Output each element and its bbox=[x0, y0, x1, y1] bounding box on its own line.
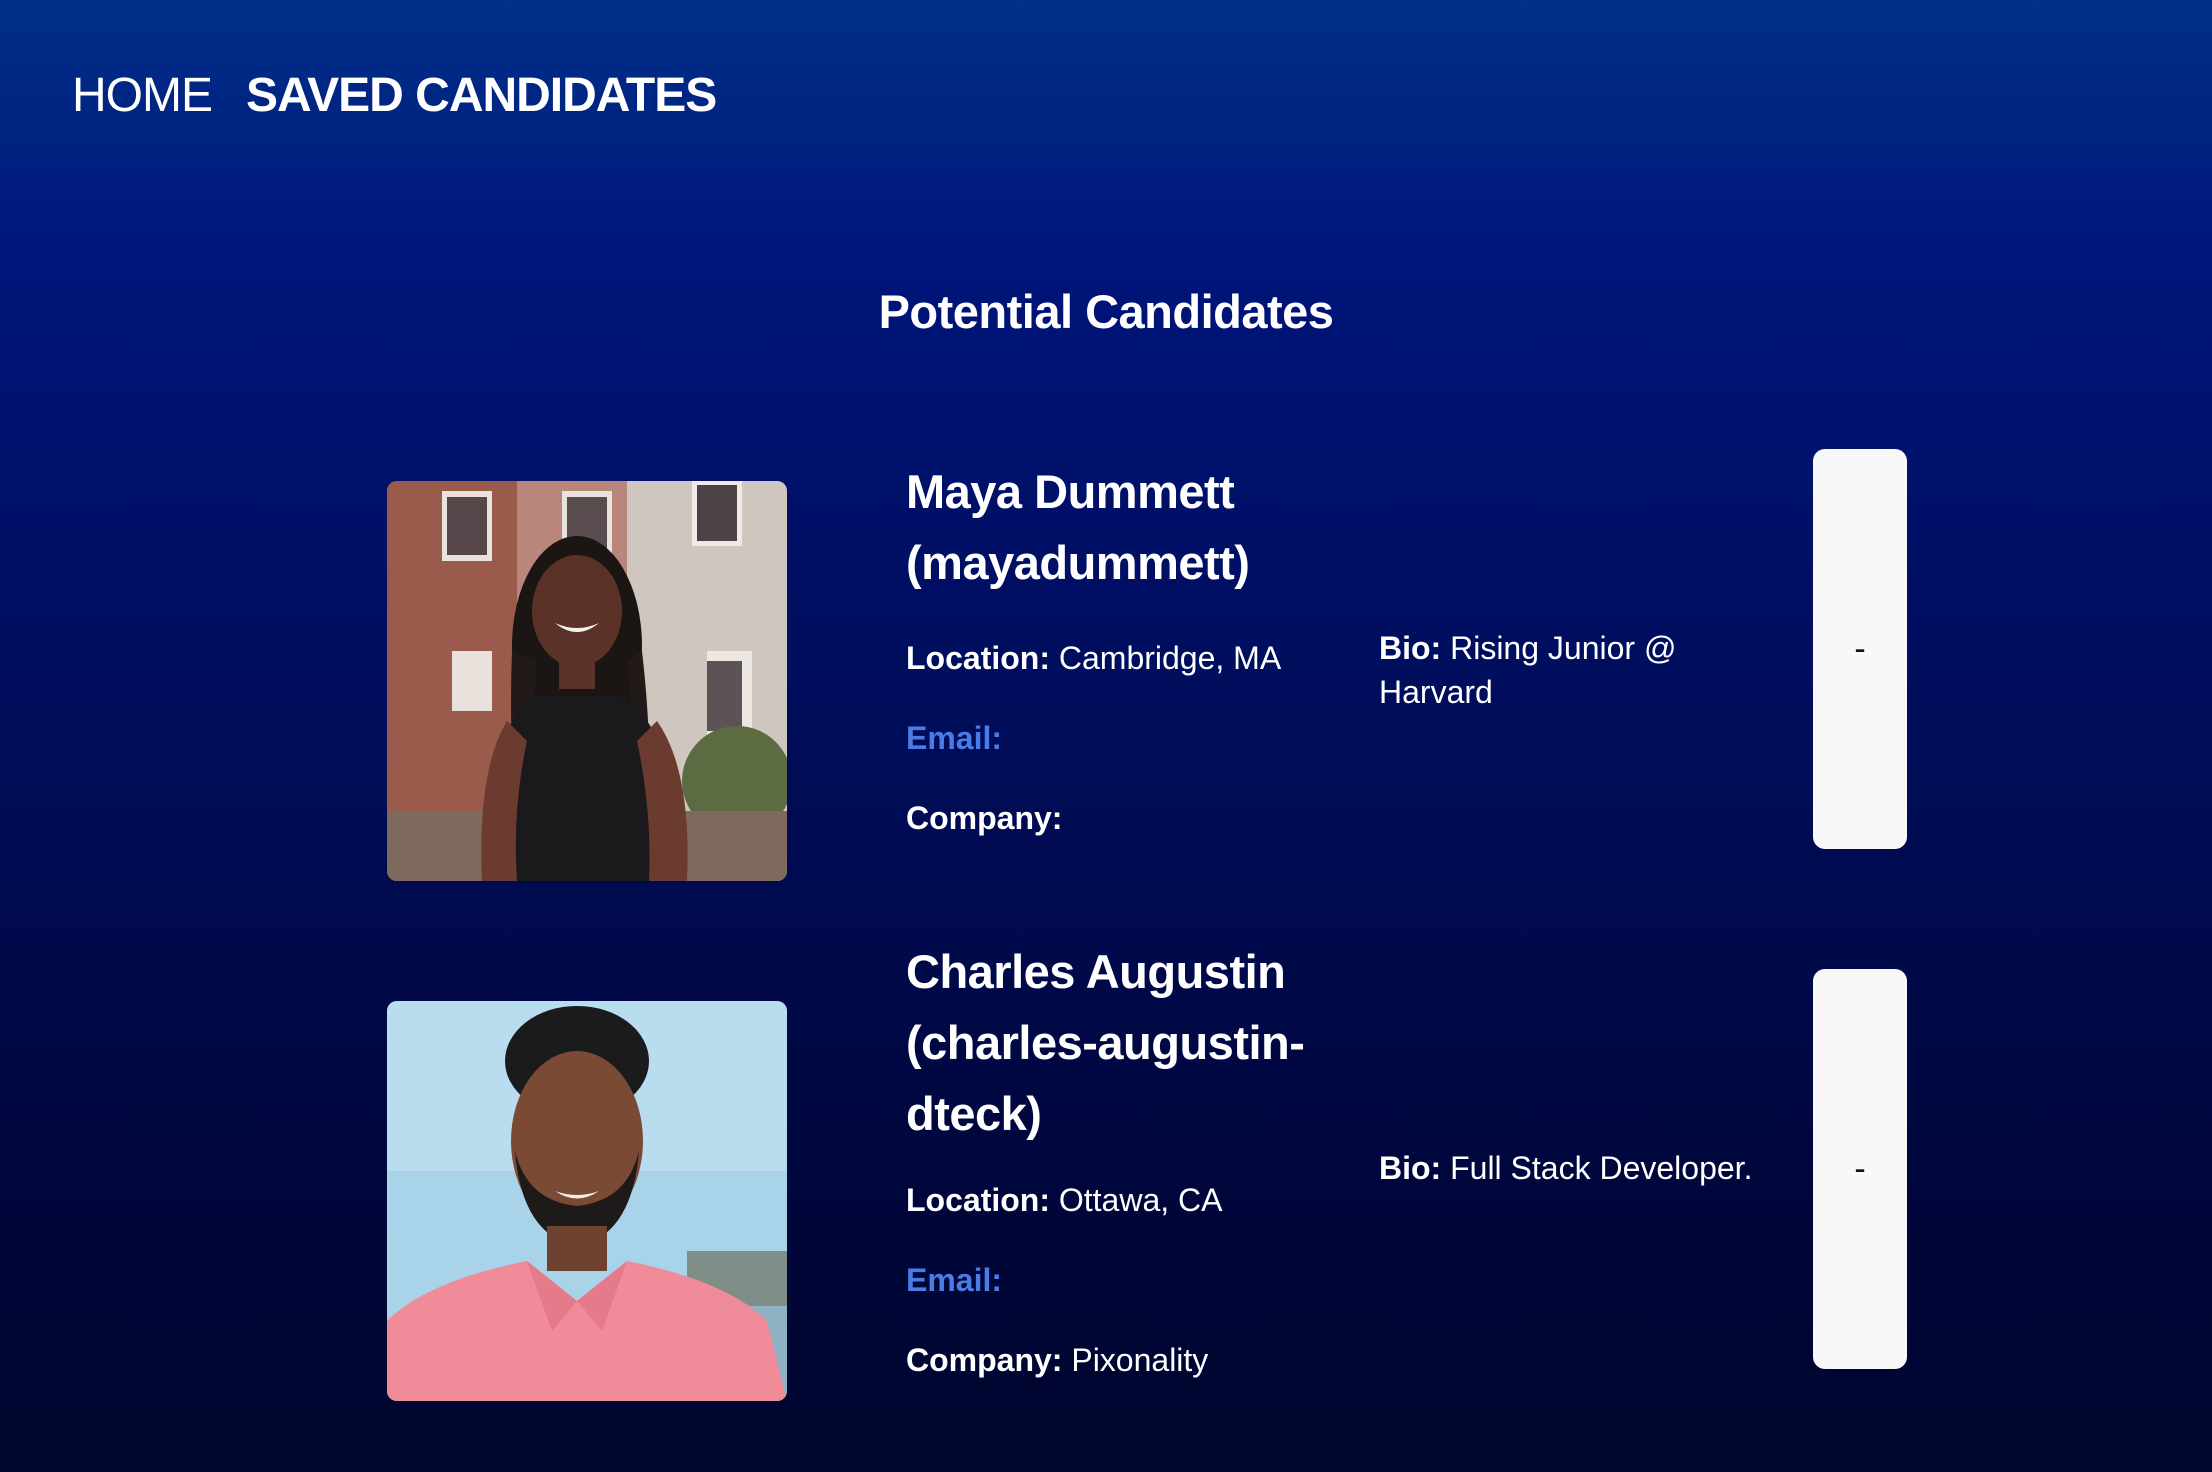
nav-saved-candidates-link[interactable]: SAVED CANDIDATES bbox=[246, 66, 717, 126]
email-label: Email: bbox=[906, 1262, 1003, 1298]
candidate-bio: Bio: Rising Junior @ Harvard bbox=[1379, 626, 1799, 714]
candidate-info: Charles Augustin (charles-augustin-dteck… bbox=[906, 936, 1346, 1382]
bio-value: Full Stack Developer. bbox=[1450, 1150, 1753, 1186]
candidate-avatar bbox=[387, 481, 787, 881]
candidate-name: Charles Augustin (charles-augustin-dteck… bbox=[906, 945, 1305, 1140]
remove-candidate-button[interactable]: - bbox=[1813, 969, 1907, 1369]
bio-label: Bio: bbox=[1379, 630, 1442, 666]
location-label: Location: bbox=[906, 640, 1050, 676]
company-label: Company: bbox=[906, 1342, 1063, 1378]
email-label: Email: bbox=[906, 720, 1003, 756]
top-nav: HOME SAVED CANDIDATES bbox=[72, 66, 717, 126]
remove-candidate-button[interactable]: - bbox=[1813, 449, 1907, 849]
bio-label: Bio: bbox=[1379, 1150, 1442, 1186]
candidate-name: Maya Dummett (mayadummett) bbox=[906, 465, 1250, 589]
candidate-info: Maya Dummett (mayadummett) Location: Cam… bbox=[906, 456, 1346, 840]
candidate-card: Maya Dummett (mayadummett) Location: Cam… bbox=[0, 440, 2212, 881]
candidate-email: Email: bbox=[906, 716, 1346, 760]
candidate-bio: Bio: Full Stack Developer. bbox=[1379, 1146, 1799, 1190]
location-value: Cambridge, MA bbox=[1058, 640, 1282, 676]
candidate-company: Company: Pixonality bbox=[906, 1338, 1346, 1382]
candidate-company: Company: bbox=[906, 796, 1346, 840]
candidate-card: Charles Augustin (charles-augustin-dteck… bbox=[0, 945, 2212, 1445]
location-label: Location: bbox=[906, 1182, 1050, 1218]
page-title: Potential Candidates bbox=[878, 285, 1334, 338]
candidate-location: Location: Cambridge, MA bbox=[906, 636, 1346, 680]
candidate-avatar bbox=[387, 1001, 787, 1401]
location-value: Ottawa, CA bbox=[1058, 1182, 1223, 1218]
candidate-location: Location: Ottawa, CA bbox=[906, 1178, 1346, 1222]
candidate-email: Email: bbox=[906, 1258, 1346, 1302]
company-value: Pixonality bbox=[1071, 1342, 1209, 1378]
nav-home-link[interactable]: HOME bbox=[72, 66, 213, 126]
company-label: Company: bbox=[906, 800, 1063, 836]
